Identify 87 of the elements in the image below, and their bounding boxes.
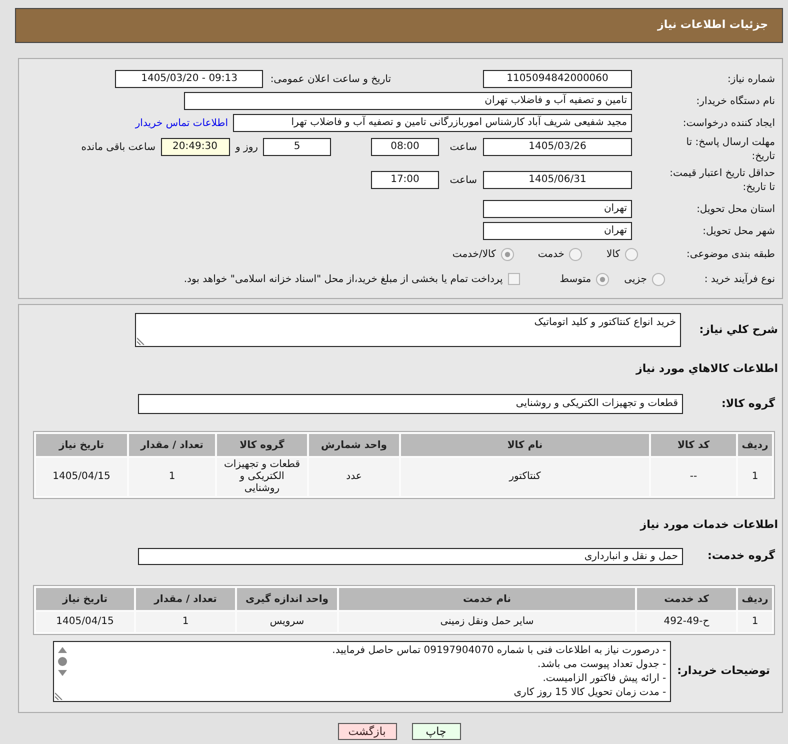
scroll-down-icon[interactable]: [58, 670, 66, 676]
input-field[interactable]: 08:00: [371, 138, 439, 156]
field-label: ساعت باقی مانده: [81, 140, 156, 154]
input-field[interactable]: 17:00: [371, 171, 439, 189]
note-line: - درصورت نیاز به اطلاعات فنی با شماره 09197904070 تماس حاصل فرمایید.: [331, 644, 666, 658]
input-field[interactable]: تهران: [483, 222, 632, 240]
resize-grip-icon[interactable]: [55, 692, 63, 700]
input-field[interactable]: 1105094842000060: [483, 70, 632, 88]
section-title: اطلاعات كالاهاي مورد نياز: [636, 362, 778, 375]
field-label: ساعت: [448, 174, 477, 188]
checkbox-label[interactable]: پرداخت تمام یا بخشی از مبلغ خرید،از محل "اسناد خزانه اسلامی" خواهد بود.: [184, 272, 503, 286]
field-label: نوع فرآیند خرید :: [703, 272, 775, 286]
column-header: واحد اندازه گیری: [237, 588, 337, 610]
field-label: نام دستگاه خریدار:: [695, 94, 775, 108]
table-cell: کنتاکتور: [401, 458, 649, 496]
field-label: طبقه بندی موضوعی:: [686, 248, 775, 262]
note-line: - ارائه پیش فاکتور الزامیست.: [542, 672, 666, 686]
remaining-time-field: 20:49:30: [160, 138, 230, 156]
field-label: شهر محل تحویل:: [702, 224, 775, 238]
field-label: تاریخ و ساعت اعلان عمومی:: [270, 72, 391, 86]
option-label[interactable]: کالا/خدمت: [452, 247, 496, 262]
column-header: تاریخ نیاز: [36, 434, 127, 456]
input-field[interactable]: قطعات و تجهیزات الکتریکی و روشنایی: [138, 394, 683, 414]
note-line: - جدول تعداد پیوست می باشد.: [536, 658, 666, 672]
field-label: مهلت ارسال پاسخ: تا تاریخ:: [685, 136, 775, 164]
table-cell: 1: [136, 612, 235, 632]
field-label: ایجاد کننده درخواست:: [682, 116, 775, 130]
table-cell: سرویس: [237, 612, 337, 632]
section-label: توضیحات خریدار:: [677, 663, 770, 680]
radio-button[interactable]: [569, 248, 582, 261]
input-field[interactable]: 1405/03/26: [483, 138, 632, 156]
scroll-up-icon[interactable]: [58, 647, 66, 653]
option-label[interactable]: خدمت: [538, 247, 564, 262]
table-cell: 1: [129, 458, 215, 496]
radio-button[interactable]: [625, 248, 638, 261]
table-cell: عدد: [309, 458, 399, 496]
input-field[interactable]: مجید شفیعی شریف آباد کارشناس اموربازرگانی تامین و تصفیه آب و فاضلاب تهرا: [233, 114, 632, 132]
table-cell: 1: [738, 612, 772, 632]
section-title: اطلاعات خدمات مورد نياز: [640, 518, 778, 531]
radio-button[interactable]: [596, 272, 610, 286]
radio-button[interactable]: [652, 272, 665, 286]
buyer-contact-link[interactable]: اطلاعات تماس خریدار: [135, 116, 228, 130]
input-field[interactable]: 1405/03/20 - 09:13: [115, 70, 264, 88]
print-button[interactable]: چاپ: [412, 723, 460, 740]
table-cell: --: [651, 458, 736, 496]
field-label: شماره نیاز:: [726, 72, 775, 86]
table-cell: سایر حمل ونقل زمینی: [339, 612, 635, 632]
checkbox[interactable]: [508, 273, 520, 285]
section-label: گروه کالا:: [720, 396, 775, 412]
column-header: نام خدمت: [339, 588, 635, 610]
option-label[interactable]: کالا: [606, 247, 620, 262]
option-label[interactable]: جزیی: [624, 272, 647, 286]
column-header: کد کالا: [651, 434, 736, 456]
section-label: گروه خدمت:: [706, 548, 775, 564]
column-header: گروه کالا: [217, 434, 307, 456]
resize-grip-icon[interactable]: [137, 337, 145, 345]
table-cell: 1405/04/15: [36, 458, 127, 496]
field-label: ساعت: [448, 140, 477, 154]
field-label: حداقل تاریخ اعتبار قیمت: تا تاریخ:: [669, 167, 775, 195]
table-cell: ح-49-492: [637, 612, 736, 632]
table-cell: قطعات و تجهیزات الکتریکی و روشنایی: [217, 458, 307, 496]
field-label: روز و: [236, 140, 258, 154]
column-header: تاریخ نیاز: [36, 588, 134, 610]
column-header: ردیف: [738, 588, 772, 610]
column-header: ردیف: [738, 434, 772, 456]
input-field[interactable]: تهران: [483, 200, 632, 218]
notes-field[interactable]: - درصورت نیاز به اطلاعات فنی با شماره 09197904070 تماس حاصل فرمایید. - جدول تعداد پیوست می باشد. - ارائه پیش فاکتور الزامیست. - مدت زمان تحویل کالا 15 روز کاری: [53, 641, 672, 702]
input-field[interactable]: تامین و تصفیه آب و فاضلاب تهران: [184, 92, 632, 110]
back-button[interactable]: بازگشت: [338, 723, 396, 740]
table-cell: 1: [738, 458, 772, 496]
page-title: جزئیات اطلاعات نیاز: [658, 17, 768, 34]
radio-button[interactable]: [500, 248, 514, 261]
column-header: کد خدمت: [637, 588, 736, 610]
note-line: - مدت زمان تحویل کالا 15 روز کاری: [512, 686, 666, 700]
column-header: تعداد / مقدار: [129, 434, 215, 456]
section-label: شرح کلي نياز:: [698, 322, 778, 338]
input-field[interactable]: 1405/06/31: [483, 171, 632, 189]
table-cell: 1405/04/15: [36, 612, 134, 632]
option-label[interactable]: متوسط: [560, 272, 592, 286]
column-header: تعداد / مقدار: [136, 588, 235, 610]
scroll-thumb-icon[interactable]: [58, 657, 66, 666]
column-header: نام کالا: [401, 434, 649, 456]
description-field[interactable]: خرید انواع کنتاکتور و کلید اتوماتیک: [135, 313, 681, 347]
column-header: واحد شمارش: [309, 434, 399, 456]
input-field[interactable]: حمل و نقل و انبارداری: [138, 548, 683, 565]
field-label: استان محل تحویل:: [696, 202, 775, 216]
input-field[interactable]: 5: [263, 138, 331, 156]
